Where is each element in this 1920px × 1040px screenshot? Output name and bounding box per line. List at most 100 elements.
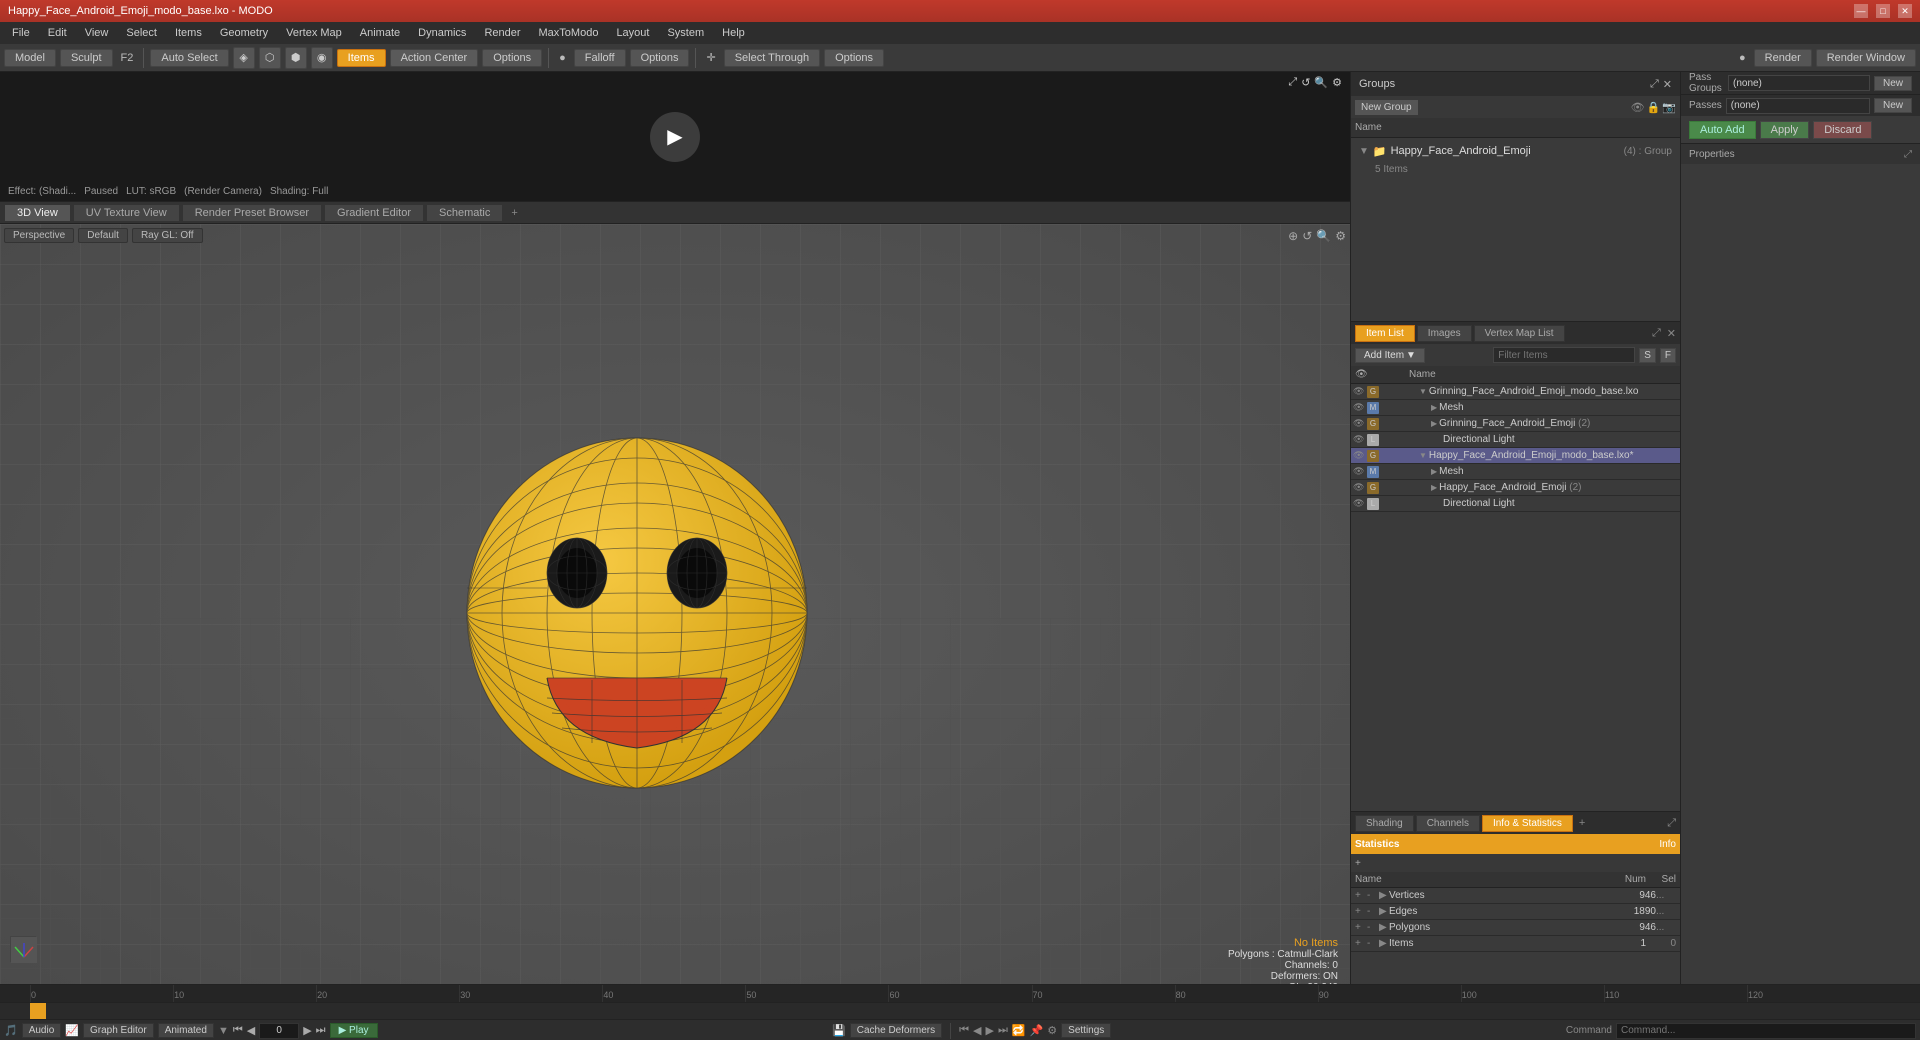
stat-items-row[interactable]: + - ▶ Items 1 0 [1351,936,1680,952]
toolbar-icon-4[interactable]: ◉ [311,47,333,69]
menu-dynamics[interactable]: Dynamics [410,25,474,41]
stat-sub-polygons[interactable]: - [1367,922,1379,933]
next-key[interactable]: ⏭ [316,1024,326,1037]
preview-ctrl-3[interactable]: 🔍 [1314,76,1328,89]
command-input[interactable] [1616,1023,1916,1039]
tab-info-statistics[interactable]: Info & Statistics [1482,815,1573,832]
eye-icon-5[interactable]: 👁 [1353,466,1367,477]
timeline-bar[interactable] [0,1003,1920,1019]
window-controls[interactable]: — □ ✕ [1854,4,1912,18]
timeline-icon-1[interactable]: ⏮ [959,1024,969,1037]
item-row-2[interactable]: 👁 G ▶Grinning_Face_Android_Emoji (2) [1351,416,1680,432]
item-row-7[interactable]: 👁 L Directional Light [1351,496,1680,512]
groups-lock-icon[interactable]: 🔒 [1647,101,1661,114]
menu-edit[interactable]: Edit [40,25,75,41]
tab-render-preset[interactable]: Render Preset Browser [182,204,322,222]
item-row-3[interactable]: 👁 L Directional Light [1351,432,1680,448]
menu-animate[interactable]: Animate [352,25,408,41]
maximize-button[interactable]: □ [1876,4,1890,18]
menu-vertex-map[interactable]: Vertex Map [278,25,350,41]
falloff-button[interactable]: Falloff [574,49,626,67]
close-button[interactable]: ✕ [1898,4,1912,18]
new-group-button[interactable]: New Group [1355,100,1418,115]
item-row-0[interactable]: 👁 G ▼Grinning_Face_Android_Emoji_modo_ba… [1351,384,1680,400]
tab-shading[interactable]: Shading [1355,815,1414,832]
expand-icon[interactable]: ⤢ [1650,78,1659,91]
action-center-button[interactable]: Action Center [390,49,479,67]
select-through-button[interactable]: Select Through [724,49,820,67]
render-button[interactable]: Render [1754,49,1812,67]
options3-button[interactable]: Options [824,49,884,67]
eye-icon-0[interactable]: 👁 [1353,386,1367,397]
toolbar-icon-3[interactable]: ⬢ [285,47,307,69]
stat-add-edges[interactable]: + [1355,906,1367,917]
menu-geometry[interactable]: Geometry [212,25,276,41]
timeline-icon-7[interactable]: ⚙ [1047,1024,1057,1037]
stats-add-tab[interactable]: + [1575,817,1589,829]
filter-f-btn[interactable]: F [1660,348,1676,363]
item-row-5[interactable]: 👁 M ▶Mesh [1351,464,1680,480]
preview-ctrl-2[interactable]: ↺ [1301,76,1310,89]
group-row[interactable]: ▼ 📁 Happy_Face_Android_Emoji (4) : Group [1355,142,1676,160]
tab-vertex-map-list[interactable]: Vertex Map List [1474,325,1565,342]
items-button[interactable]: Items [337,49,386,67]
animated-button[interactable]: Animated [158,1023,214,1038]
settings-button[interactable]: Settings [1061,1023,1111,1038]
timeline-icon-3[interactable]: ▶ [986,1024,994,1037]
tab-add-button[interactable]: + [505,205,523,221]
groups-eye-icon[interactable]: 👁 [1631,101,1645,114]
auto-add-button[interactable]: Auto Add [1689,121,1756,139]
next-frame[interactable]: ▶ [303,1024,311,1037]
eye-icon-2[interactable]: 👁 [1353,418,1367,429]
menu-help[interactable]: Help [714,25,753,41]
filter-items-input[interactable] [1493,347,1635,363]
tab-item-list[interactable]: Item List [1355,325,1415,342]
default-button[interactable]: Default [78,228,128,243]
menu-render[interactable]: Render [476,25,528,41]
menu-view[interactable]: View [77,25,117,41]
cache-deformers-button[interactable]: Cache Deformers [850,1023,942,1038]
menu-select[interactable]: Select [118,25,165,41]
timeline-icon-6[interactable]: 📌 [1030,1024,1044,1037]
discard-button[interactable]: Discard [1813,121,1872,139]
close-icon[interactable]: ✕ [1663,78,1672,91]
perspective-button[interactable]: Perspective [4,228,74,243]
preview-play-button[interactable]: ▶ [650,112,700,162]
eye-icon-1[interactable]: 👁 [1353,402,1367,413]
item-row-1[interactable]: 👁 M ▶Mesh [1351,400,1680,416]
stat-add-vertices[interactable]: + [1355,890,1367,901]
tab-images[interactable]: Images [1417,325,1472,342]
render-window-button[interactable]: Render Window [1816,49,1916,67]
menu-items[interactable]: Items [167,25,210,41]
passes-input[interactable] [1726,98,1870,114]
tab-3d-view[interactable]: 3D View [4,204,71,221]
toolbar-icon-1[interactable]: ◈ [233,47,255,69]
viewport-3d[interactable]: Perspective Default Ray GL: Off ⊕ ↺ 🔍 ⚙ [0,224,1350,1012]
item-list-expand[interactable]: ⤢ [1652,327,1661,340]
stat-edges-row[interactable]: + - ▶ Edges 1890 ... [1351,904,1680,920]
stat-sub-vertices[interactable]: - [1367,890,1379,901]
eye-icon-3[interactable]: 👁 [1353,434,1367,445]
stat-sub-items[interactable]: - [1367,938,1379,949]
stat-polygons-row[interactable]: + - ▶ Polygons 946 ... [1351,920,1680,936]
play-button[interactable]: ▶ Play [330,1023,378,1038]
properties-expand[interactable]: ⤢ [1904,149,1912,160]
tab-gradient[interactable]: Gradient Editor [324,204,424,222]
model-button[interactable]: Model [4,49,56,67]
preview-ctrl-1[interactable]: ⤢ [1288,76,1297,89]
audio-button[interactable]: Audio [22,1023,62,1038]
apply-button[interactable]: Apply [1760,121,1810,139]
menu-system[interactable]: System [659,25,712,41]
tab-uv-texture[interactable]: UV Texture View [73,204,180,222]
stats-expand[interactable]: ⤢ [1667,817,1676,830]
timeline-icon-5[interactable]: 🔁 [1012,1024,1026,1037]
options2-button[interactable]: Options [630,49,690,67]
item-list-close[interactable]: ✕ [1667,327,1676,340]
sculpt-button[interactable]: Sculpt [60,49,113,67]
menu-maxtomode[interactable]: MaxToModo [531,25,607,41]
minimize-button[interactable]: — [1854,4,1868,18]
tab-channels[interactable]: Channels [1416,815,1480,832]
stats-add-btn[interactable]: + [1355,858,1361,869]
dropdown-arrow[interactable]: ▼ [218,1025,229,1037]
prev-frame[interactable]: ◀ [247,1024,255,1037]
